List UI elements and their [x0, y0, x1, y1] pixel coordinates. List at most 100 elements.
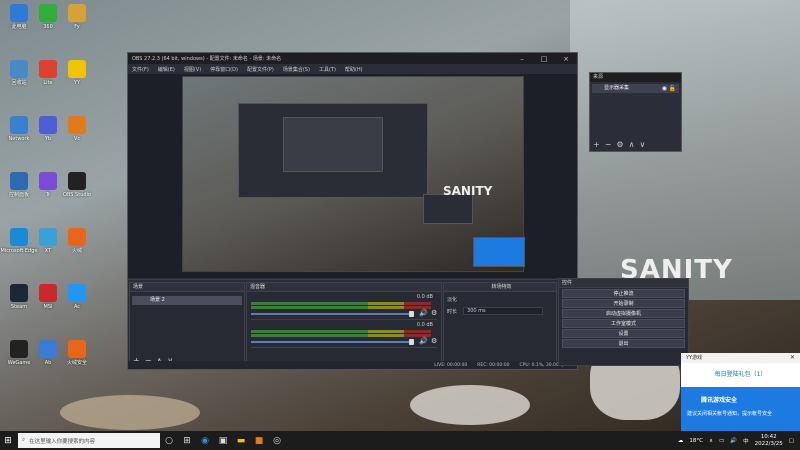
desktop-icon[interactable]: YY — [58, 60, 96, 86]
scene-item[interactable]: 场景 2 — [132, 296, 242, 305]
notification-center-icon[interactable]: ▢ — [789, 438, 794, 444]
sources-header: 来源 — [590, 73, 681, 82]
gear-icon[interactable]: ⚙ — [616, 140, 623, 149]
menu-file[interactable]: 文件(F) — [132, 66, 149, 73]
widgets-icon[interactable]: ⊞ — [178, 436, 196, 446]
desktop-icon[interactable]: Fy — [58, 4, 96, 30]
gear-icon[interactable]: ⚙ — [431, 337, 437, 345]
start-recording-button[interactable]: 开始录制 — [562, 299, 685, 308]
obs-window[interactable]: OBS 27.2.3 (64 bit, windows) - 配置文件: 未命名… — [127, 52, 578, 370]
exit-button[interactable]: 退出 — [562, 339, 685, 348]
volume-icon[interactable]: 🔊 — [730, 438, 737, 444]
weather-temp[interactable]: 18°C — [689, 438, 703, 444]
obs-titlebar[interactable]: OBS 27.2.3 (64 bit, windows) - 配置文件: 未命名… — [128, 53, 577, 64]
menu-profile[interactable]: 配置文件(P) — [247, 66, 274, 73]
desktop-icon[interactable]: 火绒 — [58, 228, 96, 254]
task-view-icon[interactable]: ○ — [160, 436, 178, 446]
volume-slider[interactable] — [251, 313, 411, 315]
recycle-bin-icon — [10, 60, 28, 78]
transitions-dock: 转场特效 淡化 时长 300 ms — [443, 282, 557, 368]
system-tray: ☁ 18°C ∧ ▭ 🔊 中 10:42 2022/3/25 ▢ — [678, 434, 800, 448]
wallpaper-bowl — [410, 385, 530, 425]
mixer-db: 0.0 dB — [416, 322, 433, 328]
menu-tools[interactable]: 工具(T) — [319, 66, 336, 73]
obs-menubar: 文件(F) 编辑(E) 视图(V) 停靠窗口(D) 配置文件(P) 场景集合(S… — [128, 64, 577, 74]
obs-icon[interactable]: ◎ — [268, 436, 286, 446]
chevron-up-icon[interactable]: ∧ — [709, 438, 713, 444]
ime-icon[interactable]: 中 — [743, 437, 749, 445]
notification-title[interactable]: 每日登陆礼包（1） — [681, 369, 800, 378]
desktop-icon[interactable]: Vc — [58, 116, 96, 142]
wallpaper-plate — [60, 395, 200, 430]
sources-panel[interactable]: 来源 显示器采集 ◉ 🔓 + − ⚙ ∧ ∨ — [589, 72, 682, 152]
explorer-icon[interactable]: ▬ — [232, 436, 250, 446]
obs-preview[interactable]: SANITY — [128, 74, 577, 278]
virtual-camera-button[interactable]: 启动虚拟摄像机 — [562, 309, 685, 318]
menu-docks[interactable]: 停靠窗口(D) — [210, 66, 238, 73]
notification-popup[interactable]: YY游戏 ✕ 每日登陆礼包（1） 腾讯游戏安全 建议关闭相关帐号通知，提示帐号安… — [681, 353, 800, 431]
menu-help[interactable]: 帮助(H) — [345, 66, 363, 73]
volume-slider[interactable] — [251, 341, 411, 343]
search-icon: ⌕ — [22, 437, 26, 443]
clock[interactable]: 10:42 2022/3/25 — [755, 434, 783, 448]
close-icon[interactable]: ✕ — [790, 353, 795, 363]
volume-knob[interactable] — [409, 339, 414, 345]
studio-mode-button[interactable]: 工作室模式 — [562, 319, 685, 328]
store-icon[interactable]: ▣ — [214, 436, 232, 446]
down-icon[interactable]: ∨ — [639, 140, 645, 149]
preview-sanity-text: SANITY — [443, 184, 493, 198]
source-item[interactable]: 显示器采集 ◉ 🔓 — [592, 84, 679, 93]
desktop-icon[interactable]: Ac — [58, 284, 96, 310]
speaker-icon[interactable]: 🔊 — [419, 337, 428, 345]
nested-notification — [473, 237, 525, 267]
eye-icon[interactable]: ◉ — [662, 84, 667, 93]
edge-icon[interactable]: ◉ — [196, 436, 214, 446]
app-icon — [68, 228, 86, 246]
windows-start-icon[interactable]: ⊞ — [0, 436, 16, 446]
desktop-icon-label: 此电脑 — [11, 24, 27, 30]
menu-scene-collection[interactable]: 场景集合(S) — [283, 66, 310, 73]
desktop-icon-label: Ab — [44, 360, 52, 366]
up-icon[interactable]: ∧ — [629, 140, 635, 149]
mixer-channel: 0.0 dB 🔊 ⚙ — [251, 294, 437, 320]
menu-view[interactable]: 视图(V) — [184, 66, 201, 73]
control-panel-icon — [10, 172, 28, 190]
desktop-icon-label: Vc — [73, 136, 81, 142]
app-icon — [68, 4, 86, 22]
remove-icon[interactable]: − — [605, 140, 612, 149]
desktop-icon-label: Fy — [74, 24, 80, 30]
lite-icon — [39, 60, 57, 78]
maximize-icon[interactable]: □ — [533, 55, 555, 63]
taskbar-search[interactable]: ⌕ 在这里输入你要搜索的内容 — [18, 433, 160, 448]
app-icon — [39, 340, 57, 358]
scenes-dock: 场景 场景 2 + − ∧ ∨ — [129, 282, 245, 368]
desktop-icon-label: WeGame — [7, 360, 31, 366]
live-status: LIVE: 00:00:00 — [434, 362, 468, 368]
desktop-icon-label: 回收站 — [11, 80, 27, 86]
desktop-icon-label: XT — [44, 248, 52, 254]
lock-icon[interactable]: 🔓 — [669, 84, 676, 93]
desktop-icon[interactable]: OBS Studio — [58, 172, 96, 198]
preview-canvas[interactable]: SANITY — [182, 76, 525, 272]
duration-label: 时长 — [447, 308, 458, 315]
edge-icon — [10, 228, 28, 246]
notification-banner[interactable]: 腾讯游戏安全 建议关闭相关帐号通知，提示帐号安全 — [681, 387, 800, 431]
network-icon[interactable]: ▭ — [719, 438, 724, 444]
desktop-icon-label: 火绒安全 — [66, 360, 87, 366]
app-icon[interactable]: ■ — [250, 436, 268, 446]
minimize-icon[interactable]: – — [511, 55, 533, 63]
app-icon — [68, 116, 86, 134]
stop-streaming-button[interactable]: 停止推流 — [562, 289, 685, 298]
close-icon[interactable]: × — [555, 55, 577, 63]
settings-button[interactable]: 设置 — [562, 329, 685, 338]
add-icon[interactable]: + — [593, 140, 600, 149]
menu-edit[interactable]: 编辑(E) — [158, 66, 175, 73]
speaker-icon[interactable]: 🔊 — [419, 309, 428, 317]
transition-type[interactable]: 淡化 — [447, 296, 457, 303]
desktop-icon[interactable]: 火绒安全 — [58, 340, 96, 366]
duration-input[interactable]: 300 ms — [463, 307, 544, 315]
weather-icon[interactable]: ☁ — [678, 438, 684, 444]
gear-icon[interactable]: ⚙ — [431, 309, 437, 317]
nested-obs-window-2 — [283, 117, 383, 172]
volume-knob[interactable] — [409, 311, 414, 317]
